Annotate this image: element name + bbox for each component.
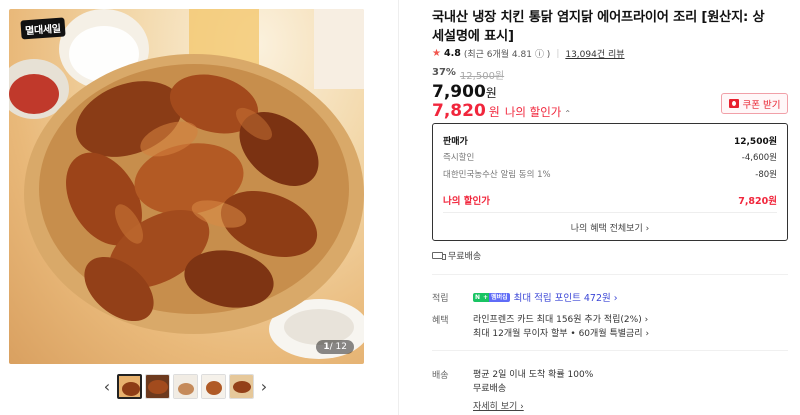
sale-price-unit: 원 (485, 86, 497, 100)
delivery-fee: 무료배송 (473, 384, 507, 394)
points-label: 적립 (432, 294, 449, 304)
image-counter-total: / 12 (329, 342, 347, 352)
thumbnail-2-image (146, 374, 169, 398)
breakdown-my-label: 나의 할인가 (443, 196, 491, 207)
breakdown-value: -80원 (755, 170, 777, 180)
thumbnail-4-image (202, 374, 225, 398)
thumbnail-3-image (174, 374, 197, 398)
rating-separator: | (556, 48, 560, 59)
delivery-details-link[interactable]: 자세히 보기 › (473, 399, 524, 412)
thumbnail-5[interactable] (229, 373, 254, 399)
my-price-label: 나의 할인가 (504, 105, 562, 119)
product-main-image[interactable]: 멸대세일 1/ 12 (9, 9, 364, 364)
my-price-value: 7,820 (432, 101, 486, 121)
rating-recent: (최근 6개월 4.81 (463, 50, 532, 60)
my-discount-price[interactable]: 7,820 원 나의 할인가 ⌃ (432, 101, 571, 121)
thumbnail-2[interactable] (145, 373, 170, 399)
section-divider (432, 350, 788, 351)
discount-row: 37% 12,500원 (432, 67, 504, 82)
sale-badge: 멸대세일 (20, 17, 66, 40)
breakdown-row-my-price: 나의 할인가 7,820원 (443, 193, 777, 207)
max-points-link[interactable]: 최대 적립 포인트 472원 › (514, 290, 618, 304)
thumbnail-4[interactable] (201, 373, 226, 399)
breakdown-row-instant-discount: 즉시할인 -4,600원 (443, 151, 777, 163)
thumbnail-1-image (119, 375, 140, 397)
breakdown-value: -4,600원 (741, 153, 777, 163)
benefit-label: 혜택 (432, 316, 449, 326)
breakdown-row-alert-discount: 대한민국농수산 알림 동의 1% -80원 (443, 168, 777, 180)
sale-price-value: 7,900 (432, 82, 486, 102)
breakdown-label: 판매가 (443, 137, 468, 147)
npay-badge-plus: + (482, 292, 490, 302)
shipping-summary: 무료배송 (432, 249, 481, 262)
star-icon: ★ (432, 48, 441, 59)
thumbnail-5-image (230, 374, 253, 398)
get-coupon-button[interactable]: 쿠폰 받기 (721, 93, 788, 114)
npay-badge-membership: 멤버십 (489, 292, 510, 302)
breakdown-value: 12,500원 (733, 137, 777, 147)
info-icon[interactable]: ⓘ ) (535, 47, 550, 60)
coupon-button-label: 쿠폰 받기 (742, 99, 781, 111)
npay-membership-badge: N + 멤버십 (473, 292, 510, 302)
card-points-link[interactable]: 라인프렌즈 카드 최대 156원 추가 적립(2%) › (473, 312, 648, 325)
delivery-estimate: 평균 2일 이내 도착 확률 100% (473, 370, 594, 380)
thumbnail-next-button[interactable]: › (257, 373, 271, 399)
chevron-up-icon: ⌃ (564, 109, 572, 118)
my-price-unit: 원 (488, 105, 500, 119)
breakdown-row-list-price: 판매가 12,500원 (443, 134, 777, 147)
npay-badge-n: N (473, 292, 483, 302)
coupon-icon (728, 99, 739, 108)
price-breakdown-box: 판매가 12,500원 즉시할인 -4,600원 대한민국농수산 알림 동의 1… (432, 123, 788, 241)
breakdown-divider (443, 212, 777, 213)
column-divider (398, 0, 399, 415)
review-count-link[interactable]: 13,094건 리뷰 (565, 47, 624, 60)
view-all-benefits-link[interactable]: 나의 혜택 전체보기 › (433, 221, 787, 234)
rating-score: 4.8 (443, 48, 461, 59)
delivery-label: 배송 (432, 371, 449, 381)
thumbnail-3[interactable] (173, 373, 198, 399)
breakdown-label: 대한민국농수산 알림 동의 1% (443, 170, 551, 180)
thumbnail-strip: ‹ › (100, 372, 275, 400)
breakdown-my-value: 7,820원 (738, 196, 777, 207)
fried-chicken-photo (9, 9, 364, 359)
rating-row: ★ 4.8 (최근 6개월 4.81 ⓘ ) | 13,094건 리뷰 (432, 47, 625, 60)
original-price: 12,500원 (459, 71, 505, 82)
thumbnail-prev-button[interactable]: ‹ (100, 373, 114, 399)
shipping-summary-text: 무료배송 (448, 252, 482, 262)
section-divider (432, 274, 788, 275)
product-title: 국내산 냉장 치킨 통닭 염지닭 에어프라이어 조리 [원산지: 상세설명에 표… (432, 10, 765, 44)
installment-link[interactable]: 최대 12개월 무이자 할부 • 60개월 특별금리 › (473, 326, 649, 339)
breakdown-label: 즉시할인 (443, 153, 475, 163)
sale-price: 7,900 원 (432, 82, 497, 102)
image-counter: 1/ 12 (316, 340, 354, 354)
points-row[interactable]: N + 멤버십 최대 적립 포인트 472원 › (473, 290, 618, 304)
thumbnail-1[interactable] (117, 373, 142, 399)
truck-icon (432, 252, 446, 260)
discount-percent: 37% (432, 67, 456, 78)
